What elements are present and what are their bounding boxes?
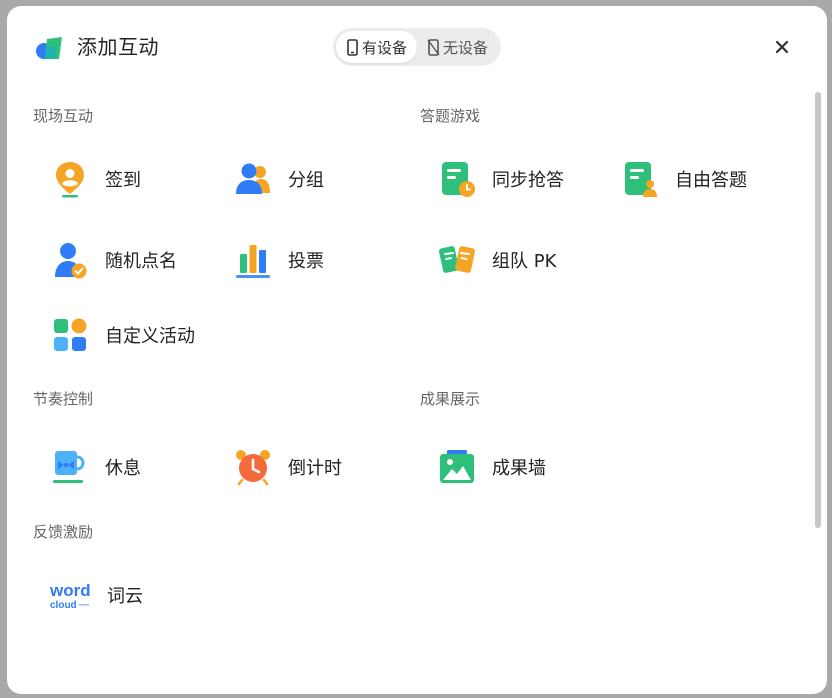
item-sign-in[interactable]: 签到 [44, 155, 141, 203]
custom-activity-grid-icon [54, 318, 87, 351]
team-pk-cards-icon [439, 246, 475, 273]
device-toggle: 有设备 无设备 [333, 28, 501, 66]
item-free-quiz[interactable]: 自由答题 [614, 155, 747, 203]
item-label: 组队 PK [492, 251, 557, 272]
item-label: 随机点名 [105, 251, 177, 272]
item-break[interactable]: 休息 [44, 443, 141, 491]
section-title-quiz: 答题游戏 [420, 107, 481, 125]
word-cloud-icon-cloud: cloud [50, 600, 77, 611]
add-interaction-dialog: 添加互动 有设备 无设备 现场互动 签到 分组 随机点名 投票 自定义活动 答题… [7, 6, 827, 694]
with-device-label: 有设备 [361, 38, 407, 57]
word-cloud-icon-word: word [49, 581, 91, 600]
without-device-label: 无设备 [442, 38, 488, 57]
item-custom-activity[interactable]: 自定义活动 [44, 311, 195, 359]
item-label: 词云 [107, 586, 143, 607]
no-phone-icon [427, 38, 440, 56]
item-label: 同步抢答 [492, 170, 564, 191]
scrollbar[interactable] [815, 92, 821, 528]
free-quiz-user-icon [625, 162, 657, 197]
section-title-feedback: 反馈激励 [33, 523, 94, 541]
item-label: 成果墙 [492, 458, 546, 479]
phone-icon [347, 38, 358, 56]
item-label: 倒计时 [288, 458, 342, 479]
close-button[interactable] [771, 36, 793, 58]
close-icon [775, 40, 789, 54]
item-label: 自由答题 [675, 170, 747, 191]
item-label: 签到 [105, 170, 141, 191]
item-word-cloud[interactable]: word cloud 词云 [44, 571, 143, 619]
item-label: 自定义活动 [105, 326, 195, 347]
group-users-icon [236, 163, 270, 194]
item-label: 休息 [105, 458, 141, 479]
section-title-rhythm: 节奏控制 [33, 390, 94, 408]
with-device-option[interactable]: 有设备 [336, 31, 417, 63]
item-team-pk[interactable]: 组队 PK [431, 236, 556, 284]
dialog-header: 添加互动 有设备 无设备 [7, 6, 827, 90]
section-title-live: 现场互动 [33, 107, 94, 125]
random-call-user-icon [55, 243, 87, 279]
dialog-title: 添加互动 [77, 35, 159, 59]
item-result-wall[interactable]: 成果墙 [431, 443, 546, 491]
result-wall-image-icon [440, 450, 474, 483]
vote-bar-chart-icon [236, 245, 270, 278]
word-cloud-icon: word cloud [49, 581, 91, 611]
item-grouping[interactable]: 分组 [227, 155, 324, 203]
coffee-cup-icon [53, 451, 85, 483]
without-device-option[interactable]: 无设备 [417, 31, 498, 63]
item-countdown[interactable]: 倒计时 [227, 443, 342, 491]
item-sync-quiz[interactable]: 同步抢答 [431, 155, 564, 203]
alarm-clock-icon [236, 450, 270, 486]
sign-in-location-icon [56, 162, 84, 198]
app-logo-icon [36, 37, 62, 59]
item-label: 分组 [288, 170, 324, 191]
section-title-showcase: 成果展示 [420, 390, 481, 408]
item-random-call[interactable]: 随机点名 [44, 236, 177, 284]
item-vote[interactable]: 投票 [227, 236, 324, 284]
sync-quiz-clock-icon [442, 162, 475, 197]
item-label: 投票 [288, 251, 324, 272]
